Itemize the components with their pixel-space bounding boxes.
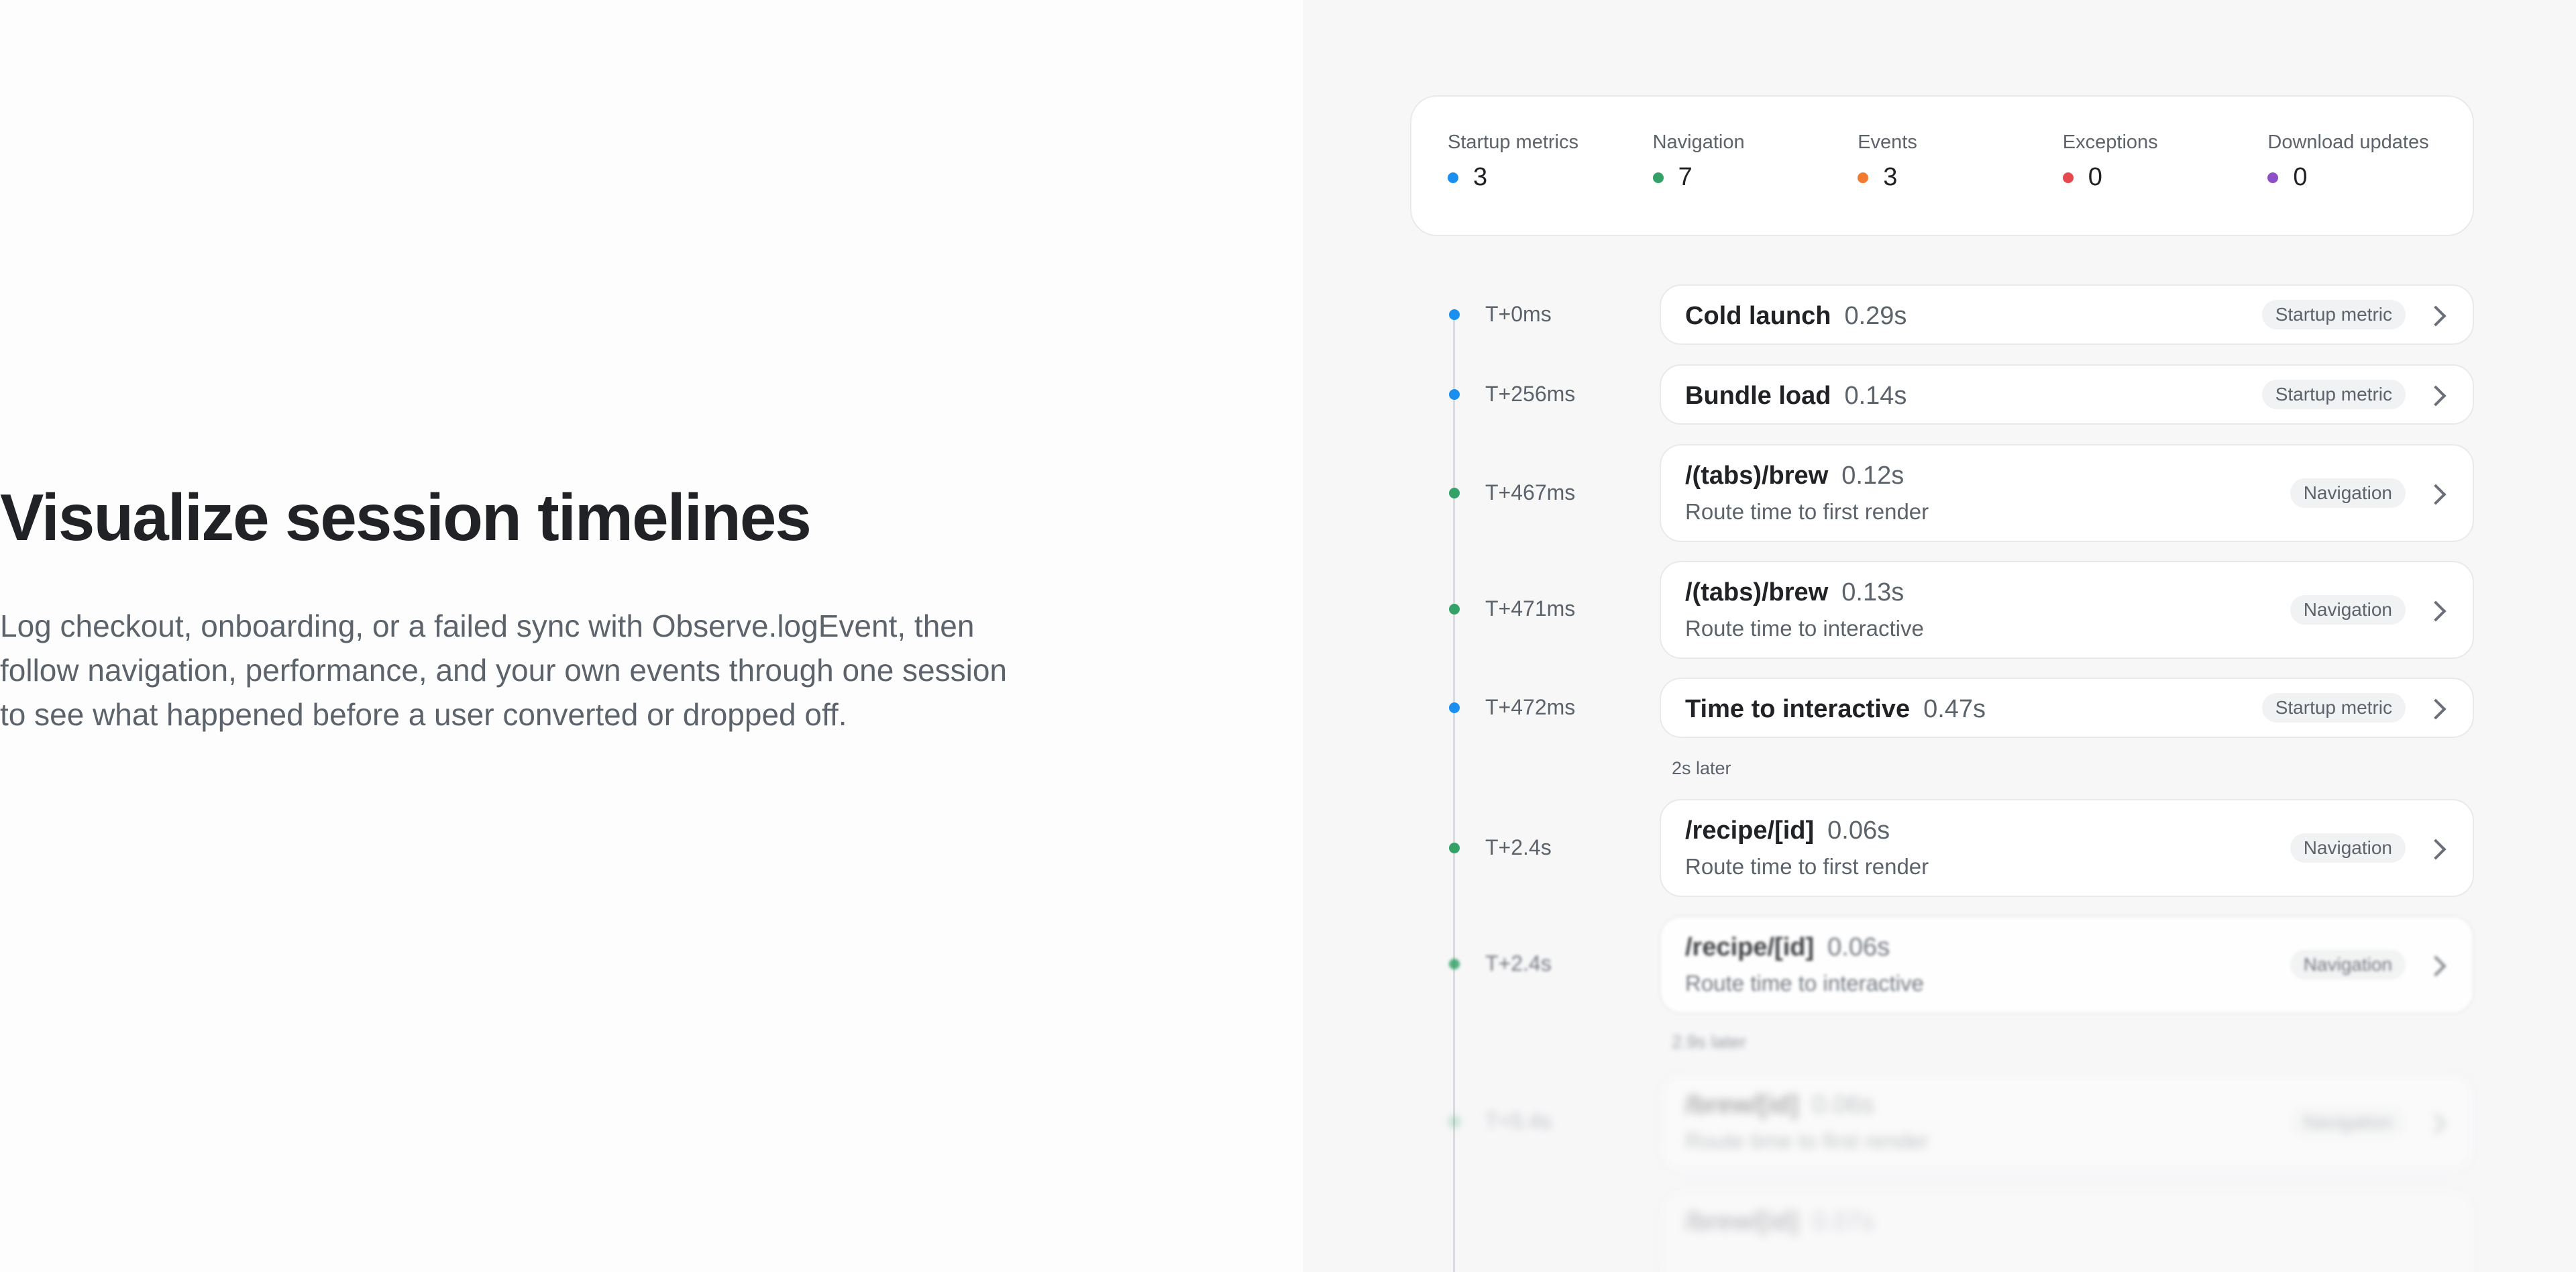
entry-time: T+467ms [1485, 480, 1576, 505]
event-subtitle: Route time to first render [1685, 854, 1929, 879]
entry-time: T+472ms [1485, 695, 1576, 719]
event-name: /recipe/[id] 0.06s [1685, 816, 1890, 845]
timeline: T+0ms Cold launch 0.29s Startup metric T+… [1303, 0, 2576, 1272]
event-subtitle: Route time to interactive [1685, 971, 1924, 996]
chevron-right-icon[interactable] [2425, 305, 2447, 327]
event-subtitle: Route time to first render [1685, 499, 1929, 524]
event-type-badge: Navigation [2290, 950, 2406, 979]
event-card[interactable]: Time to interactive 0.47s Startup metric [1660, 678, 2474, 738]
chevron-right-icon[interactable] [2425, 484, 2447, 505]
event-card[interactable]: /recipe/[id] 0.06s Route time to first re… [1660, 799, 2474, 897]
event-name: Cold launch 0.29s [1685, 302, 1907, 330]
hero-title: Visualize session timelines [0, 480, 812, 554]
event-duration: 0.06s [1811, 1091, 1874, 1119]
navigation-dot-icon [1449, 959, 1460, 969]
entry-time: T+5.4s [1485, 1109, 1552, 1133]
event-subtitle: Route time to interactive [1685, 616, 1924, 641]
navigation-dot-icon [1449, 1116, 1460, 1127]
session-timeline-panel: Startup metrics 3 Navigation 7 Events 3 … [1303, 0, 2576, 1272]
event-duration: 0.06s [1827, 933, 1890, 961]
navigation-dot-icon [1449, 843, 1460, 853]
chevron-right-icon[interactable] [2425, 1113, 2447, 1134]
time-gap-label: 2.9s later [1672, 1032, 1747, 1052]
entry-time: T+0ms [1485, 302, 1552, 326]
hero-section: Visualize session timelines Log checkout… [0, 0, 1303, 1272]
event-type-badge: Navigation [2290, 833, 2406, 863]
event-name: /recipe/[id] 0.06s [1685, 933, 1890, 961]
event-duration: 0.29s [1844, 302, 1907, 330]
event-duration: 0.06s [1827, 816, 1890, 845]
event-duration: 0.14s [1844, 382, 1907, 410]
entry-time: T+2.4s [1485, 835, 1552, 859]
event-type-badge: Startup metric [2261, 300, 2406, 329]
event-card[interactable]: /(tabs)/brew 0.13s Route time to interact… [1660, 561, 2474, 659]
event-name: /(tabs)/brew 0.13s [1685, 578, 1904, 606]
entry-time: T+2.4s [1485, 951, 1552, 975]
event-card[interactable]: Cold launch 0.29s Startup metric [1660, 284, 2474, 345]
event-duration: 0.07s [1811, 1208, 1874, 1236]
event-name: /brew/[id] 0.07s [1685, 1208, 1874, 1236]
event-type-badge: Navigation [2290, 1108, 2406, 1137]
event-name: Bundle load 0.14s [1685, 382, 1907, 410]
event-card[interactable]: /brew/[id] 0.06s Route time to first rend… [1660, 1073, 2474, 1171]
hero-description: Log checkout, onboarding, or a failed sy… [0, 608, 1008, 732]
navigation-dot-icon [1449, 604, 1460, 615]
chevron-right-icon[interactable] [2425, 839, 2447, 860]
event-duration: 0.47s [1923, 695, 1986, 723]
event-type-badge: Startup metric [2261, 380, 2406, 409]
event-card[interactable]: /brew/[id] 0.07s [1660, 1190, 2474, 1272]
navigation-dot-icon [1449, 488, 1460, 498]
entry-time: T+471ms [1485, 596, 1576, 621]
timeline-line [1453, 313, 1455, 1272]
event-card[interactable]: /recipe/[id] 0.06s Route time to interact… [1660, 916, 2474, 1014]
chevron-right-icon[interactable] [2425, 385, 2447, 407]
chevron-right-icon[interactable] [2425, 600, 2447, 622]
event-type-badge: Navigation [2290, 478, 2406, 508]
startup-dot-icon [1449, 309, 1460, 320]
time-gap-label: 2s later [1672, 758, 1731, 778]
startup-dot-icon [1449, 389, 1460, 400]
event-name: /(tabs)/brew 0.12s [1685, 462, 1904, 490]
event-name: Time to interactive 0.47s [1685, 695, 1986, 723]
startup-dot-icon [1449, 702, 1460, 713]
event-card[interactable]: /(tabs)/brew 0.12s Route time to first re… [1660, 444, 2474, 542]
chevron-right-icon[interactable] [2425, 698, 2447, 720]
event-duration: 0.13s [1841, 578, 1904, 606]
event-name: /brew/[id] 0.06s [1685, 1091, 1874, 1119]
entry-time: T+256ms [1485, 382, 1576, 406]
event-type-badge: Navigation [2290, 595, 2406, 625]
chevron-right-icon[interactable] [2425, 955, 2447, 977]
event-type-badge: Startup metric [2261, 693, 2406, 723]
event-duration: 0.12s [1841, 462, 1904, 490]
event-subtitle: Route time to first render [1685, 1128, 1929, 1153]
event-card[interactable]: Bundle load 0.14s Startup metric [1660, 364, 2474, 425]
